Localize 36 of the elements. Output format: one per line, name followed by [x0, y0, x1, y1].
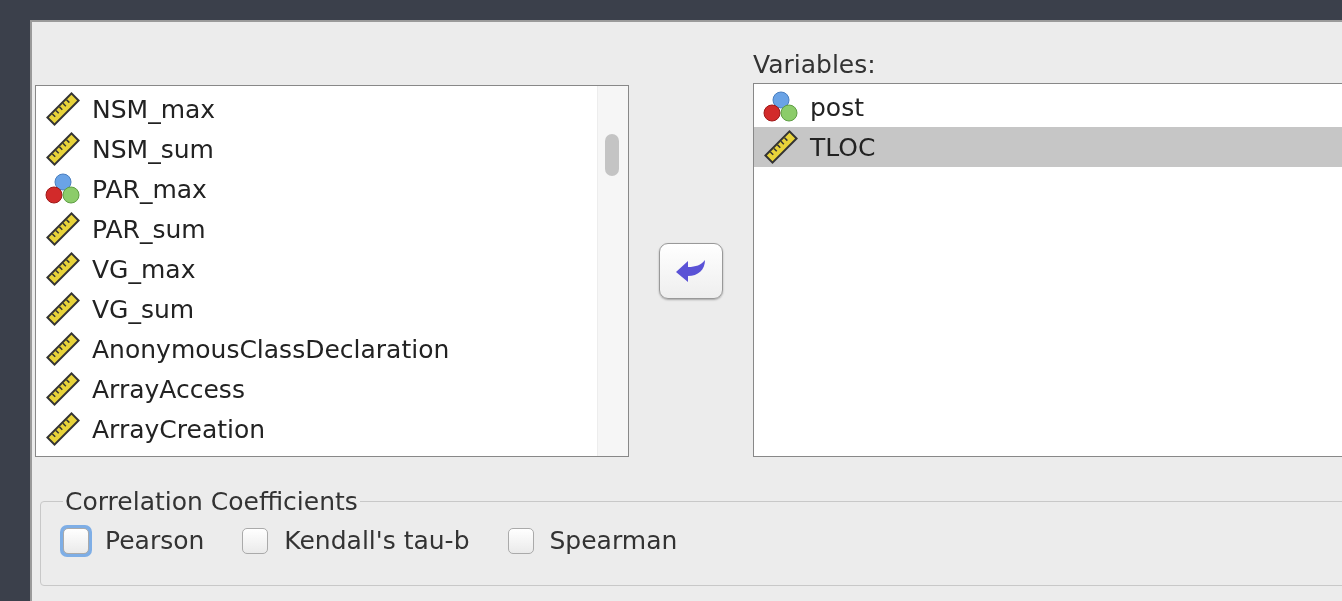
- curved-arrow-icon: [674, 258, 708, 284]
- list-item[interactable]: NSM_max: [36, 89, 628, 129]
- list-item[interactable]: AnonymousClassDeclaration: [36, 329, 628, 369]
- variable-name: NSM_sum: [92, 134, 214, 164]
- variable-name: ArrayAccess: [92, 374, 245, 404]
- checkbox-option[interactable]: Pearson: [63, 526, 205, 555]
- variable-name: AnonymousClassDeclaration: [92, 334, 450, 364]
- move-back-button[interactable]: [659, 243, 723, 299]
- variable-name: VG_max: [92, 254, 196, 284]
- variables-list[interactable]: post TLOC: [753, 83, 1342, 457]
- variable-name: PAR_max: [92, 174, 207, 204]
- group-title: Correlation Coefficients: [64, 487, 359, 516]
- list-item[interactable]: TLOC: [754, 127, 1342, 167]
- variable-name: NSM_max: [92, 94, 216, 124]
- checkbox-option[interactable]: Kendall's tau-b: [242, 526, 470, 555]
- list-item[interactable]: PAR_max: [36, 169, 628, 209]
- list-item[interactable]: post: [754, 87, 1342, 127]
- list-item[interactable]: NSM_sum: [36, 129, 628, 169]
- scrollbar-thumb[interactable]: [605, 134, 619, 176]
- variable-name: TLOC: [810, 132, 876, 162]
- variable-name: post: [810, 92, 864, 122]
- checkbox[interactable]: [242, 527, 269, 554]
- variable-name: PAR_sum: [92, 214, 206, 244]
- list-item[interactable]: VG_sum: [36, 289, 628, 329]
- list-item[interactable]: ArrayAccess: [36, 369, 628, 409]
- checkbox[interactable]: [507, 527, 534, 554]
- three-circles-icon: [44, 172, 82, 206]
- source-variable-list[interactable]: NSM_max NSM_sum PAR_max PAR_sum VG_max VG_sum AnonymousClassDeclaration ArrayAccess ArrayCreation: [35, 85, 629, 457]
- variable-name: VG_sum: [92, 294, 195, 324]
- checkbox-option[interactable]: Spearman: [507, 526, 678, 555]
- list-item[interactable]: VG_max: [36, 249, 628, 289]
- list-item[interactable]: PAR_sum: [36, 209, 628, 249]
- list-item[interactable]: ArrayCreation: [36, 409, 628, 449]
- variable-name: ArrayCreation: [92, 414, 266, 444]
- variables-label: Variables:: [753, 50, 877, 79]
- three-circles-icon: [762, 90, 800, 124]
